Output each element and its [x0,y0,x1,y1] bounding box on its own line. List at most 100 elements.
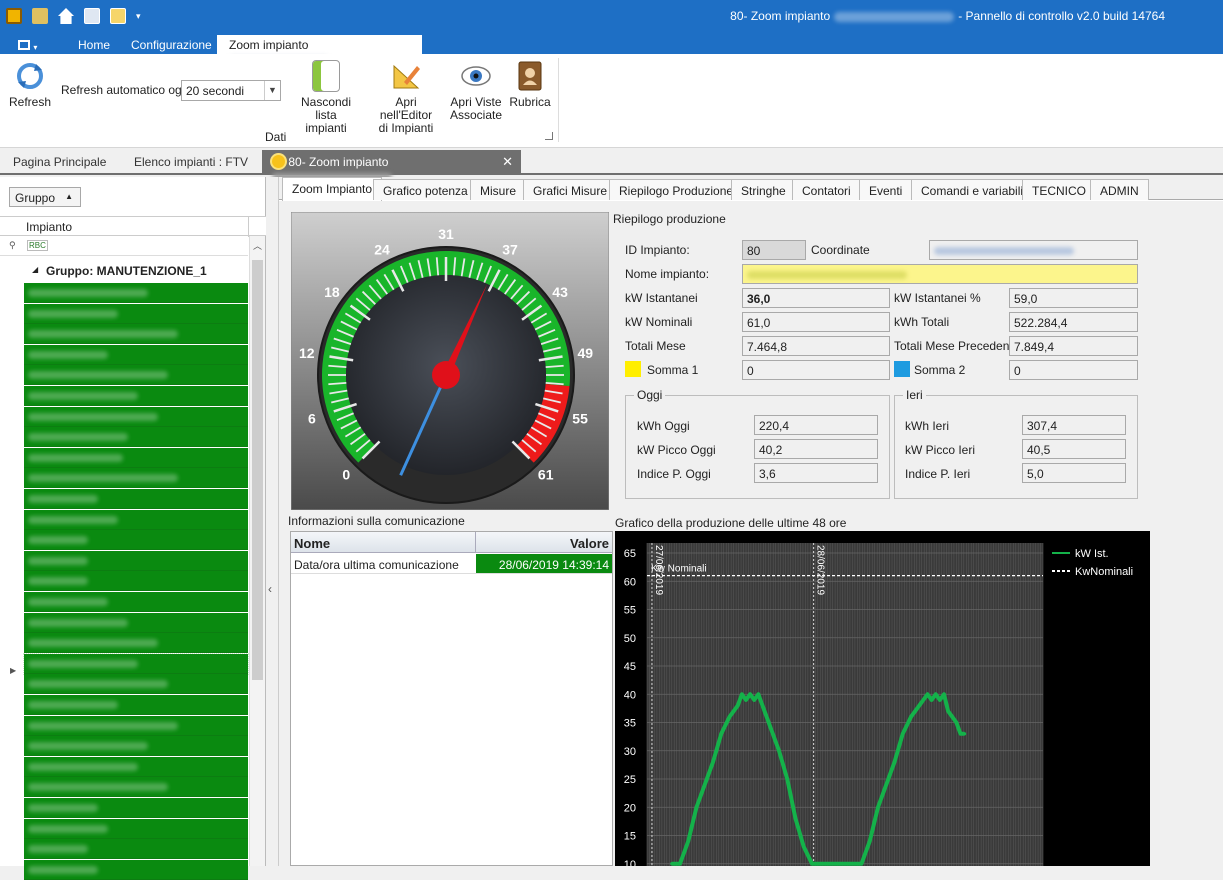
table-row[interactable] [24,592,248,612]
table-row[interactable] [24,324,248,345]
table-row[interactable] [24,344,248,365]
sum2-label: Somma 2 [914,363,966,377]
document-tab-bar: Pagina Principale Elenco impianti : FTV … [0,148,1223,181]
doc-tab-home[interactable]: Pagina Principale [13,155,106,169]
table-row[interactable] [24,447,248,468]
group-row[interactable]: ◢ Gruppo: MANUTENZIONE_1 [0,261,248,281]
redacted-plant-name [28,495,98,503]
doc-tab-zoom[interactable]: 80- Zoom impianto ✕ [262,150,521,181]
table-row[interactable] [24,715,248,736]
comm-row-value: 28/06/2019 14:39:14 [476,554,612,573]
comm-col-name[interactable]: Nome [294,536,330,551]
group-by-button[interactable]: Gruppo ▲ [9,187,81,207]
table-row[interactable] [24,859,248,880]
tab-stringhe[interactable]: Stringhe [731,179,796,200]
scroll-up-icon[interactable]: ︿ [250,236,265,252]
tab-grafico-potenza[interactable]: Grafico potenza [373,179,478,200]
chart-icon[interactable] [110,8,126,24]
table-row[interactable] [24,839,248,860]
scrollbar-thumb[interactable] [252,260,263,680]
open-views-button[interactable]: Apri Viste Associate [448,60,504,122]
sort-up-icon: ▲ [65,192,73,201]
redacted-plant-name [28,289,148,297]
collapse-triangle-icon[interactable]: ◢ [32,265,38,274]
table-row[interactable] [24,818,248,839]
vertical-scrollbar[interactable]: ︿ [249,236,265,866]
close-icon[interactable]: ✕ [502,154,513,170]
table-row[interactable] [24,386,248,406]
series-point [694,805,699,809]
table-row[interactable] [24,468,248,489]
table-row[interactable] [24,489,248,509]
y-tick-label: 55 [624,605,636,617]
table-row[interactable] [24,365,248,386]
table-row[interactable] [24,756,248,777]
open-editor-button[interactable]: Apri nell'Editor di Impianti [368,60,444,135]
refresh-label: Refresh [8,95,52,109]
comm-col-value[interactable]: Valore [570,536,609,551]
ribbon-group-expand-icon[interactable] [545,132,553,140]
redacted-plant-name [28,804,98,812]
tab-zoom-impianto[interactable]: Zoom Impianto [282,177,383,201]
ribbon-tab-configurazione[interactable]: Configurazione [131,35,212,54]
series-point [954,720,958,725]
series-point [843,862,847,866]
redacted-plant-name [28,453,123,462]
tab-grafici-misure[interactable]: Grafici Misure [523,179,618,200]
rubrica-button[interactable]: Rubrica [508,60,552,109]
table-row[interactable] [24,283,248,303]
filter-row[interactable]: ⚲ RBC [0,236,248,256]
filter-input[interactable]: RBC [27,240,48,251]
grid-header[interactable]: Impianto [0,216,266,237]
tab-contatori[interactable]: Contatori [792,179,861,200]
table-row[interactable] [24,571,248,592]
calculator-icon[interactable] [84,8,100,24]
home-icon[interactable] [58,8,74,24]
column-header-impianto[interactable]: Impianto [26,220,72,234]
table-row[interactable] [24,674,248,695]
tab-comandi-variabili[interactable]: Comandi e variabili [911,179,1034,200]
sum1-label: Somma 1 [647,363,699,377]
tools-icon[interactable] [32,8,48,24]
table-row[interactable] [24,530,248,551]
doc-tab-plant-list[interactable]: Elenco impianti : FTV [134,155,248,169]
hide-list-button[interactable]: Nascondi lista impianti [290,60,362,135]
table-row[interactable] [24,550,248,571]
comm-row-name: Data/ora ultima comunicazione [294,558,459,572]
table-row[interactable] [24,509,248,530]
table-row[interactable] [24,695,248,715]
table-row[interactable] [24,736,248,757]
comm-row[interactable]: Data/ora ultima comunicazione 28/06/2019… [291,554,612,574]
redacted-plant-name [28,783,168,792]
table-row[interactable] [24,406,248,427]
gauge-tick-label: 24 [374,241,390,257]
table-row[interactable] [24,633,248,654]
refresh-button[interactable]: Refresh [8,60,52,109]
quick-access-dropdown-icon[interactable]: ▾ [136,8,141,24]
chevron-left-icon[interactable]: ‹ [268,582,272,596]
ribbon-panel: Refresh Refresh automatico ogni 20 secon… [0,54,1223,148]
table-row[interactable] [23,652,249,675]
series-point [851,862,855,866]
id-field: 80 [742,240,806,260]
chevron-down-icon[interactable]: ▼ [264,81,280,100]
table-row[interactable] [24,303,248,324]
ribbon-tab-home[interactable]: Home [78,35,110,54]
auto-refresh-select[interactable]: 20 secondi ▼ [181,80,281,101]
tab-eventi[interactable]: Eventi [859,179,913,200]
series-point [859,862,864,866]
table-row[interactable] [24,777,248,798]
table-row[interactable] [24,798,248,818]
series-point [942,692,946,696]
table-row[interactable] [24,612,248,633]
app-menu-button[interactable]: ▾ [18,36,44,55]
tab-tecnico[interactable]: TECNICO [1022,179,1096,200]
tab-misure[interactable]: Misure [470,179,527,200]
series-point [785,777,789,781]
tab-admin[interactable]: ADMIN [1090,179,1149,200]
collapse-panel-strip[interactable]: ‹ [266,177,279,866]
table-row[interactable] [24,427,248,448]
redacted-plant-name [28,845,88,854]
tab-riepilogo-produzione[interactable]: Riepilogo Produzione [609,179,744,200]
ribbon-tab-zoom-impianto[interactable]: Zoom impianto [217,35,422,64]
